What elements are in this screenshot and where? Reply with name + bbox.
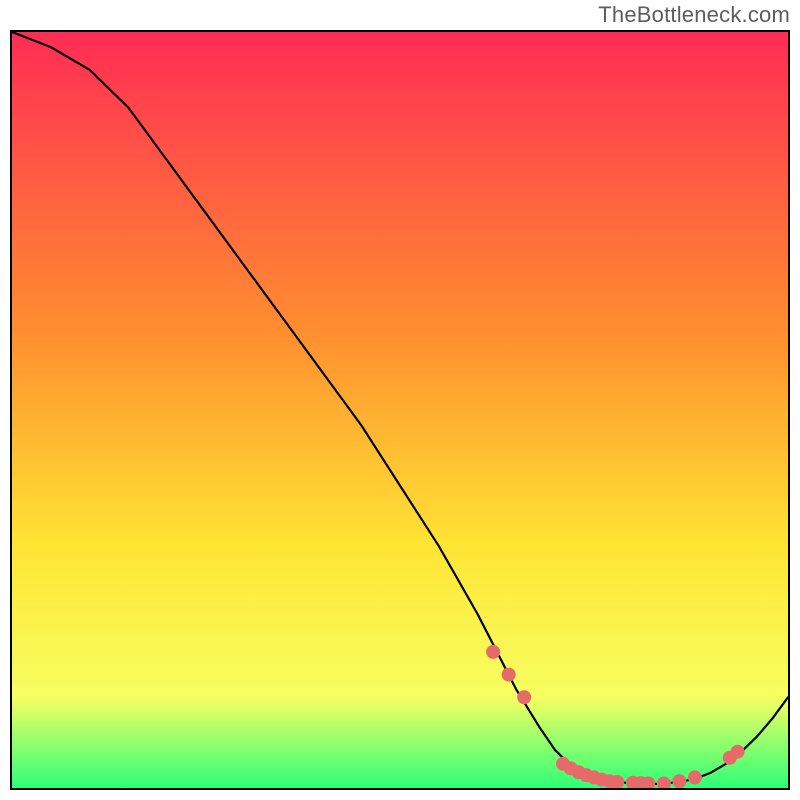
watermark-text: TheBottleneck.com [598,2,790,28]
data-marker [672,774,686,788]
data-marker [688,770,702,784]
data-marker [731,745,745,759]
data-marker [641,776,655,790]
data-marker [502,668,516,682]
gradient-background [12,32,788,788]
data-marker [486,645,500,659]
data-marker [657,776,671,790]
data-marker [517,690,531,704]
chart-svg [10,30,790,790]
chart-stage: TheBottleneck.com [0,0,800,800]
data-marker [610,775,624,789]
